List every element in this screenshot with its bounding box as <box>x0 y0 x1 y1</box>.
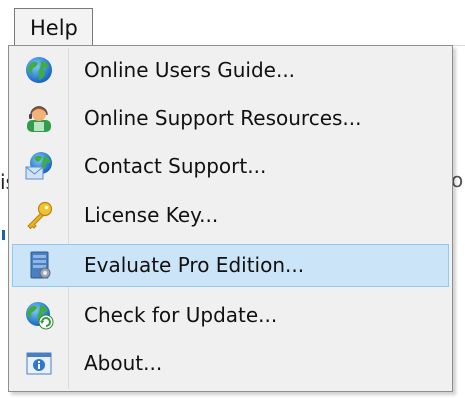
menu-item-contact-support[interactable]: Contact Support... <box>12 145 449 188</box>
menu-item-label: Online Users Guide... <box>84 58 296 82</box>
server-icon <box>24 250 54 280</box>
menu-help[interactable]: Help <box>14 8 93 46</box>
menu-item-about[interactable]: About... <box>12 342 449 385</box>
globe-mail-icon <box>24 151 54 181</box>
support-person-icon <box>24 103 54 133</box>
menu-item-check-for-update[interactable]: Check for Update... <box>12 294 449 337</box>
menu-item-online-users-guide[interactable]: Online Users Guide... <box>12 49 449 92</box>
help-dropdown-menu: Online Users Guide... Online Support Res… <box>8 45 453 392</box>
menu-item-evaluate-pro-edition[interactable]: Evaluate Pro Edition... <box>12 244 449 287</box>
globe-refresh-icon <box>24 300 54 330</box>
info-window-icon <box>24 348 54 378</box>
globe-icon <box>24 55 54 85</box>
menu-item-label: License Key... <box>84 203 219 227</box>
menu-item-online-support-resources[interactable]: Online Support Resources... <box>12 97 449 140</box>
menu-item-license-key[interactable]: License Key... <box>12 194 449 237</box>
menu-item-label: Evaluate Pro Edition... <box>84 253 305 277</box>
menu-item-label: Check for Update... <box>84 303 278 327</box>
menu-item-label: Online Support Resources... <box>84 106 362 130</box>
background-fragment <box>2 230 5 240</box>
menu-help-label: Help <box>30 16 78 40</box>
key-icon <box>24 200 54 230</box>
menu-item-label: Contact Support... <box>84 154 267 178</box>
page: is o Help O <box>0 0 465 398</box>
menu-item-label: About... <box>84 351 163 375</box>
